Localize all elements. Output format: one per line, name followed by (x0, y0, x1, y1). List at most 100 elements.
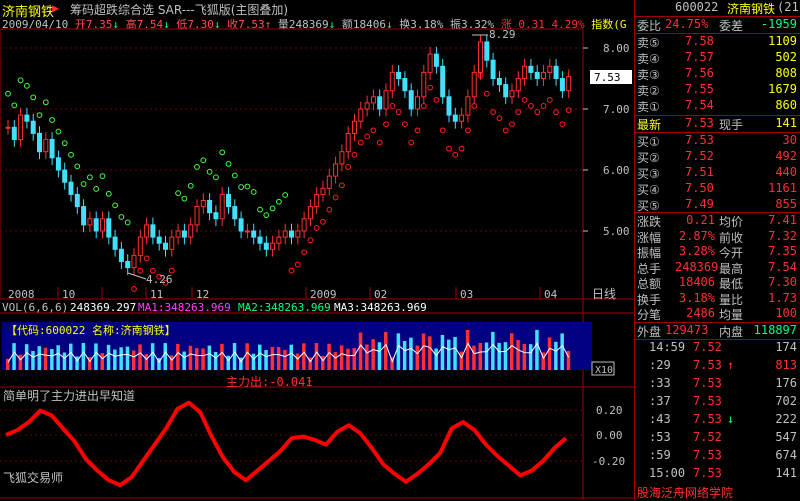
sar-green-dot (194, 164, 200, 170)
ask-price: 7.58 (685, 34, 714, 48)
sar-red-dot (528, 103, 534, 109)
candle-body (207, 200, 213, 214)
tick-time: :43 (649, 412, 671, 426)
y-label: 5.00 (603, 225, 630, 238)
volume-bar (276, 346, 281, 370)
candle-body (49, 139, 55, 159)
volume-bar (415, 345, 419, 370)
volume-bar (409, 337, 413, 370)
latest-price: 7.53 (685, 116, 714, 130)
latest-label: 最新 (637, 118, 662, 132)
volume-bar (327, 343, 331, 370)
candle-body (333, 163, 339, 177)
tick-price: 7.53 (693, 376, 722, 390)
candle-body (5, 126, 11, 129)
bid-price: 7.49 (685, 197, 714, 211)
sar-red-dot (439, 127, 446, 134)
sar-red-dot (546, 96, 553, 103)
stat-row: 分笔 2486 均量 100 (635, 306, 800, 322)
candle-body (270, 242, 276, 250)
ask-price: 7.54 (685, 98, 714, 112)
candle-body (515, 78, 521, 92)
volume-bar (132, 350, 136, 370)
vol-ma3: MA3:348263.969 (334, 301, 427, 314)
y-label: 6.00 (603, 164, 630, 177)
latest-row: 最新 7.53 现手 141 (635, 116, 800, 132)
tick-vol: 702 (775, 394, 797, 408)
vol-title: VOL(6,6,6) (2, 301, 68, 314)
sar-green-dot (276, 198, 282, 205)
candle-body (87, 218, 93, 226)
bid-vol: 30 (782, 133, 797, 147)
hand-value: 141 (775, 116, 797, 130)
sar-red-dot (490, 109, 497, 115)
period-unit[interactable]: 日线 (592, 287, 616, 301)
candle-body (496, 78, 502, 86)
volume-bar (510, 333, 514, 370)
stat-label: 最低 (719, 277, 744, 291)
stat-row: 换手 3.18% 量比 1.73 (635, 291, 800, 307)
candle-body (93, 218, 99, 232)
bid-price: 7.52 (685, 149, 714, 163)
candle-body (389, 71, 395, 92)
candle-body (383, 90, 389, 110)
tick-row: 15:00 7.53 141 (635, 466, 800, 482)
bid-row: 买④ 7.50 1161 (635, 181, 800, 197)
sar-red-series (131, 72, 572, 292)
volume-bar (62, 352, 67, 370)
volume-bar (302, 343, 306, 370)
candle-body (238, 218, 244, 232)
tick-row: :37 7.53 702 (635, 394, 800, 410)
sar-green-dot (49, 117, 55, 123)
bid-row: 买① 7.53 30 (635, 133, 800, 149)
volume-bar (346, 348, 350, 370)
volume-bar (358, 332, 363, 370)
sar-red-dot (351, 151, 358, 158)
candle-body (408, 90, 414, 110)
volume-bar (163, 343, 167, 370)
sar-green-dot (219, 149, 226, 156)
volume-bar (125, 346, 130, 370)
sar-green-dot (55, 128, 62, 135)
candle-body (509, 90, 515, 98)
candle-body (156, 236, 162, 244)
candle-body (74, 193, 80, 208)
stat-label: 分笔 (637, 308, 662, 322)
stat-label: 均价 (719, 215, 744, 229)
candles (5, 34, 572, 275)
chart-area[interactable]: 8.00 7.00 6.00 5.00 7.53 8.29 4.26 2008 … (0, 0, 634, 500)
volume-bar (421, 333, 426, 370)
candle-body (471, 71, 477, 98)
volume-bar (37, 346, 41, 370)
quote-title: 600022 济南钢铁 (21) (635, 0, 800, 16)
sar-green-dot (231, 172, 238, 179)
sar-red-dot (294, 261, 301, 268)
volume-bar (491, 331, 495, 370)
stat-value: 0.21 (686, 213, 715, 227)
stat-value: 248369 (675, 259, 719, 274)
candle-body (282, 230, 288, 238)
candle-body (459, 114, 465, 122)
candle-body (276, 236, 282, 244)
volume-bar (339, 345, 344, 370)
candle-body (440, 65, 446, 98)
candle-body (541, 71, 546, 80)
quote-num: (21) (777, 0, 800, 14)
sar-red-dot (345, 164, 352, 170)
volume-bar (447, 339, 451, 370)
candle-body (484, 41, 490, 61)
volume-bar (440, 334, 445, 370)
tick-price: 7.52 (693, 430, 722, 444)
sar-red-dot (402, 121, 408, 128)
volume-bar (384, 331, 388, 370)
volume-bar (264, 350, 268, 370)
sar-red-dot (395, 109, 402, 115)
candle-body (194, 206, 200, 226)
ask-vol: 1109 (768, 34, 797, 48)
stat-label: 振幅 (637, 246, 662, 260)
volume-bar (18, 354, 23, 370)
stat-value: 7.54 (768, 259, 797, 274)
stat-value: 2486 (686, 306, 715, 320)
bid-vol: 492 (775, 149, 797, 163)
webi-row: 委比 24.75% 委差 -1959 (635, 17, 800, 33)
